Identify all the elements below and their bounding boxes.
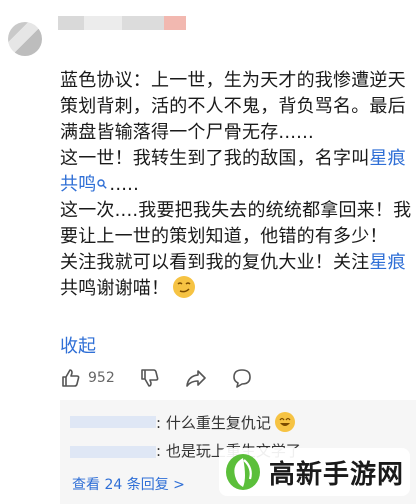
topic-link[interactable]: 星痕 [369,252,405,273]
comment-paragraph-1: 蓝色协议：上一世，生为天才的我惨遭逆天策划背刺，活的不人不鬼，背负骂名。最后满盘… [60,70,406,143]
ellipsis: ..... [109,174,140,195]
reply-button[interactable] [231,367,253,389]
comment-text: 共鸣谢谢喵！ [60,278,170,299]
like-count: 952 [88,370,115,386]
like-button[interactable]: 952 [60,367,115,389]
watermark-logo-icon [225,454,260,490]
watermark: 高新手游网 [218,448,410,496]
comment-bubble-icon [232,369,251,388]
comment-text: 关注我就可以看到我的复仇大业！关注 [60,252,370,273]
comment-paragraph-3: 这一次....我要把我失去的统统都拿回来！我要让上一世的策划知道，他错的有多少！ [60,200,412,247]
comment-paragraph-4: 关注我就可以看到我的复仇大业！关注星痕共鸣谢谢喵！ [60,250,412,302]
thumbs-down-icon [140,369,159,387]
see-more-replies-link[interactable]: 查看 24 条回复 > [72,474,185,494]
reply-text: : 什么重生复仇记 [156,412,295,433]
avatar[interactable] [8,22,42,56]
comment-paragraph-2: 这一世！我转生到了我的敌国，名字叫星痕共鸣..... [60,146,412,198]
comment-text: 这一世！我转生到了我的敌国，名字叫 [60,148,370,169]
dislike-button[interactable] [139,367,161,389]
action-bar: 952 [60,364,277,392]
grin-emoji-icon [274,412,295,432]
reply-author-obscured[interactable] [70,416,156,428]
reply-author-obscured[interactable] [70,446,156,458]
smirk-emoji-icon [173,276,196,298]
search-icon [97,179,108,189]
watermark-text: 高新手游网 [268,459,404,490]
share-button[interactable] [185,367,207,389]
comment-body: 蓝色协议：上一世，生为天才的我惨遭逆天策划背刺，活的不人不鬼，背负骂名。最后满盘… [60,68,412,302]
thumbs-up-icon [62,369,80,387]
username-obscured[interactable] [58,16,198,30]
share-icon [185,370,206,387]
collapse-button[interactable]: 收起 [60,332,96,358]
